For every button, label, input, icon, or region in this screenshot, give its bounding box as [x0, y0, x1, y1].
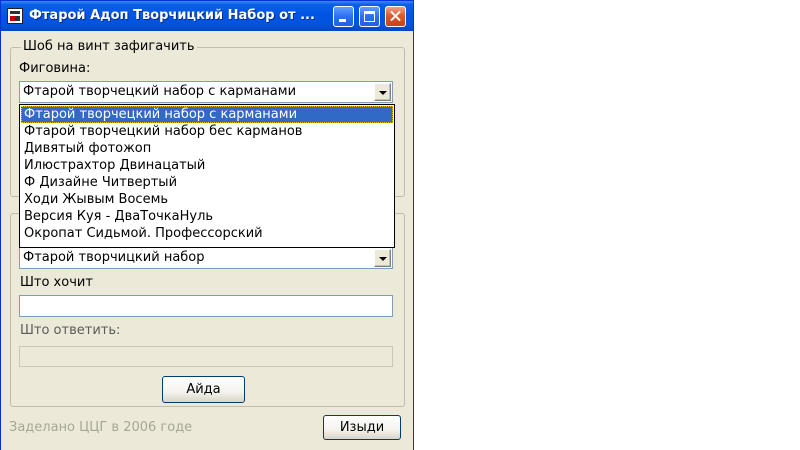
credit-text: Заделано ЦЦГ в 2006 годе	[9, 420, 193, 435]
dropdown-option[interactable]: Фтарой творчецкий набор с карманами	[21, 106, 393, 123]
app-window: Фтарой Адоп Творчицкий Набор от ... Шоб …	[0, 0, 414, 450]
version-select[interactable]: Фтарой творчицкий набор	[19, 247, 393, 269]
chevron-down-icon[interactable]	[374, 83, 391, 101]
answer-field	[19, 346, 393, 367]
chevron-down-icon[interactable]	[374, 249, 391, 267]
dropdown-option[interactable]: Фтарой творчецкий набор бес карманов	[21, 123, 393, 140]
dropdown-option[interactable]: Окропат Сидьмой. Профессорский	[21, 225, 393, 242]
product-label: Фиговина:	[19, 61, 91, 76]
title-bar[interactable]: Фтарой Адоп Творчицкий Набор от ...	[1, 1, 413, 31]
close-icon	[386, 7, 405, 26]
version-select-value: Фтарой творчицкий набор	[23, 250, 205, 265]
install-groupbox-legend: Шоб на винт зафигачить	[21, 38, 197, 56]
dropdown-option[interactable]: Версия Куя - ДваТочкаНуль	[21, 208, 393, 225]
dropdown-option[interactable]: Дивятый фотожоп	[21, 140, 393, 157]
minimize-button[interactable]	[333, 6, 354, 27]
exit-button[interactable]: Изыди	[323, 415, 401, 440]
want-input[interactable]	[19, 295, 393, 317]
minimize-icon	[339, 19, 346, 22]
dropdown-option[interactable]: Ф Дизайне Читвертый	[21, 174, 393, 191]
close-button[interactable]	[385, 6, 406, 27]
maximize-icon	[364, 11, 375, 22]
maximize-button[interactable]	[359, 6, 380, 27]
window-title: Фтарой Адоп Творчицкий Набор от ...	[29, 8, 315, 23]
product-dropdown-list[interactable]: Фтарой творчецкий набор с карманами Фтар…	[19, 104, 395, 248]
product-select[interactable]: Фтарой творчецкий набор с карманами	[19, 81, 393, 103]
want-label: Што хочит	[20, 275, 93, 290]
dropdown-option[interactable]: Илюстрахтор Двинацатый	[21, 157, 393, 174]
dropdown-option[interactable]: Ходи Жывым Восемь	[21, 191, 393, 208]
answer-label: Што ответить:	[20, 323, 121, 338]
go-button[interactable]: Айда	[162, 376, 245, 403]
app-window-icon[interactable]	[7, 8, 23, 24]
product-select-value: Фтарой творчецкий набор с карманами	[23, 84, 297, 99]
